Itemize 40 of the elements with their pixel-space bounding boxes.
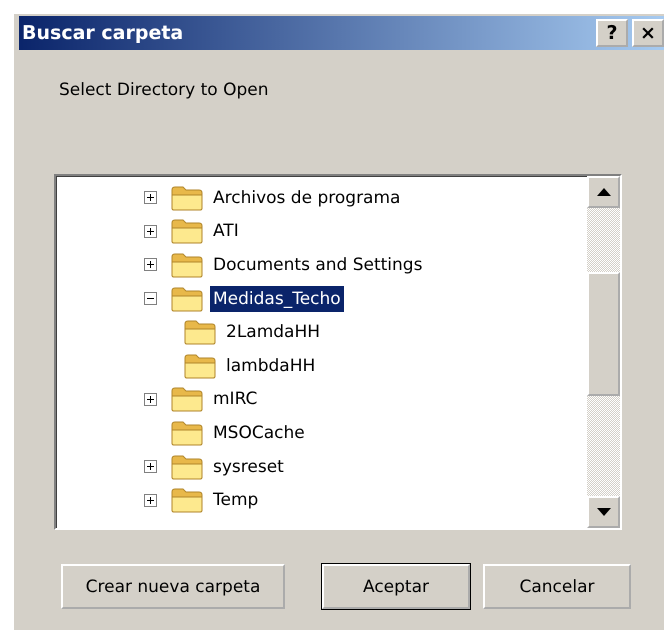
folder-icon xyxy=(184,352,216,379)
expand-icon[interactable] xyxy=(144,191,157,204)
scroll-down-button[interactable] xyxy=(587,496,620,528)
expand-icon[interactable] xyxy=(144,258,157,272)
folder-icon xyxy=(171,487,203,514)
folder-icon xyxy=(171,420,203,446)
folder-item[interactable]: Archivos de programa xyxy=(210,184,404,211)
up-arrow-icon xyxy=(596,188,610,196)
scroll-up-button[interactable] xyxy=(587,176,620,208)
folder-icon xyxy=(171,454,203,480)
folder-item[interactable]: Temp xyxy=(210,487,262,514)
scrollbar[interactable] xyxy=(587,176,620,528)
folder-item[interactable]: Medidas_Techo xyxy=(210,286,344,312)
folder-icon xyxy=(171,252,203,278)
expand-icon[interactable] xyxy=(144,224,157,238)
down-arrow-icon xyxy=(596,508,610,516)
scroll-thumb[interactable] xyxy=(587,272,620,396)
folder-icon xyxy=(171,184,203,211)
cancel-button[interactable]: Cancelar xyxy=(483,564,631,609)
prompt-text: Select Directory to Open xyxy=(59,80,270,102)
new-folder-button[interactable]: Crear nueva carpeta xyxy=(61,564,285,609)
folder-icon xyxy=(171,218,203,244)
expand-icon[interactable] xyxy=(144,460,157,474)
collapse-icon[interactable] xyxy=(144,292,157,306)
folder-item[interactable]: sysreset xyxy=(210,454,287,480)
folder-icon xyxy=(171,386,203,412)
folder-icon xyxy=(184,319,216,346)
help-button[interactable]: ? xyxy=(596,19,628,47)
expand-icon[interactable] xyxy=(144,494,157,507)
folder-item[interactable]: MSOCache xyxy=(210,420,308,446)
folder-item[interactable]: Documents and Settings xyxy=(210,252,426,278)
folder-item[interactable]: ATI xyxy=(210,218,242,244)
window-title: Buscar carpeta xyxy=(22,22,184,44)
folder-item[interactable]: lambdaHH xyxy=(223,352,318,379)
close-button[interactable]: × xyxy=(632,19,664,47)
folder-icon xyxy=(171,286,203,312)
ok-button[interactable]: Aceptar xyxy=(322,564,470,609)
folder-item[interactable]: mIRC xyxy=(210,386,260,412)
expand-icon[interactable] xyxy=(144,392,157,406)
folder-item[interactable]: 2LamdaHH xyxy=(223,319,324,346)
